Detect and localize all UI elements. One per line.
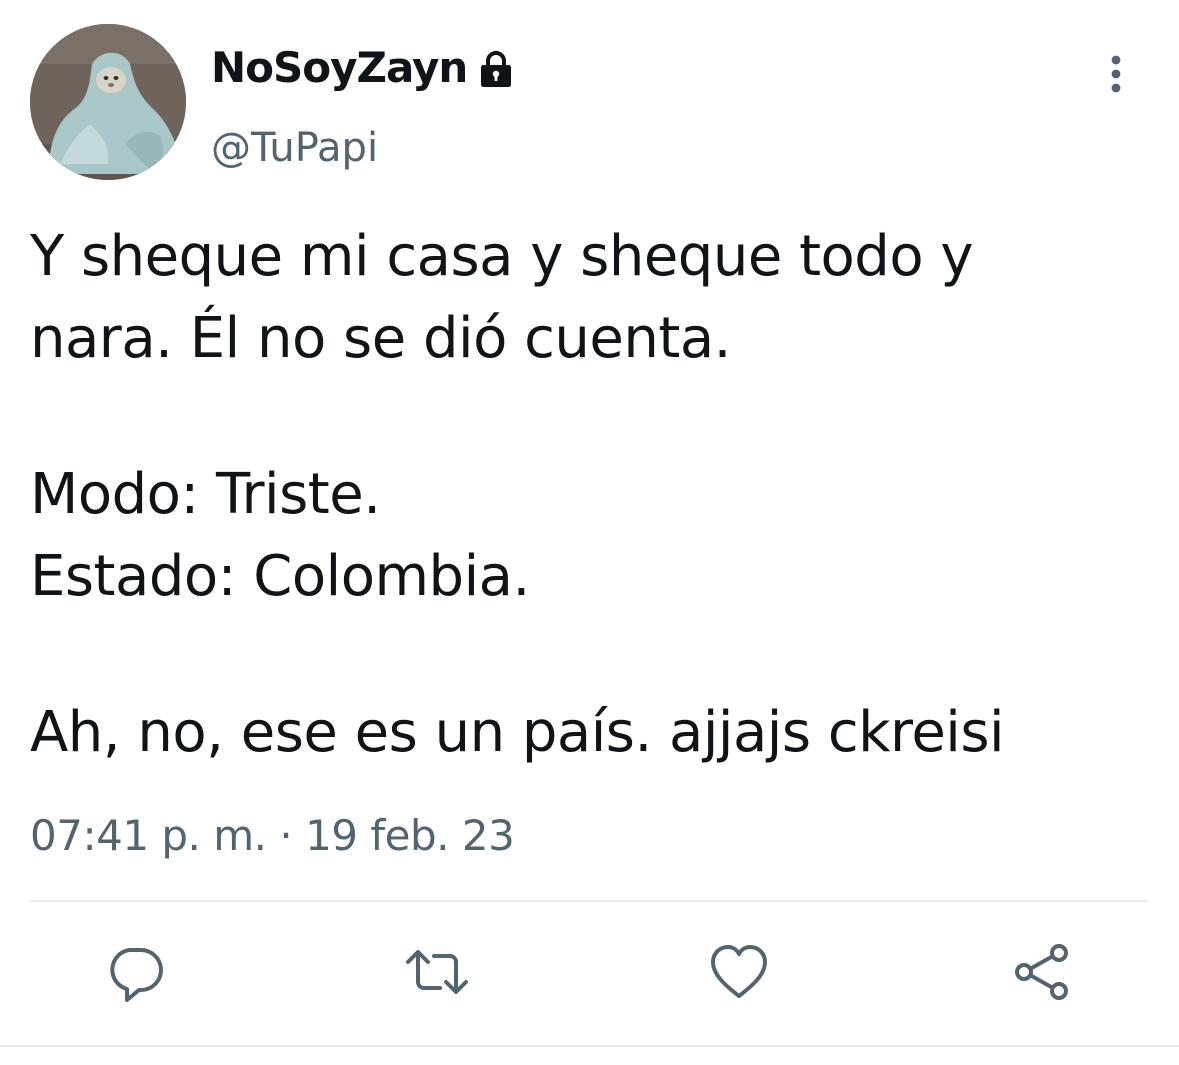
tweet-line: nara. Él no se dió cuenta. [30,306,731,371]
tweet-text: Y sheque mi casa y sheque todo y nara. É… [30,216,1150,774]
avatar-image [30,24,186,180]
more-options-button[interactable] [1096,52,1136,96]
bottom-divider [0,1045,1179,1047]
display-name-row: NoSoyZayn [211,40,517,96]
action-bar [0,936,1179,1008]
more-vertical-icon [1111,55,1121,93]
reply-icon [110,948,163,1002]
reply-button[interactable] [99,936,171,1008]
share-icon [1015,944,1068,1000]
tweet-line: Estado: Colombia. [30,544,530,609]
tweet-line: Modo: Triste. [30,462,381,527]
retweet-button[interactable] [401,936,473,1008]
tweet-line: Ah, no, ese es un país. ajjajs ckreisi [30,700,1005,765]
like-button[interactable] [703,936,775,1008]
retweet-icon [406,950,468,994]
share-button[interactable] [1006,936,1078,1008]
divider [30,900,1148,902]
tweet-card: NoSoyZayn @TuPapi Y sheque mi casa y she… [0,0,1179,1065]
tweet-line: Y sheque mi casa y sheque todo y [30,224,974,289]
avatar[interactable] [30,24,186,180]
lock-icon [475,48,517,90]
display-name[interactable]: NoSoyZayn [211,40,468,96]
user-handle[interactable]: @TuPapi [211,122,378,174]
tweet-timestamp[interactable]: 07:41 p. m. · 19 feb. 23 [30,808,515,864]
heart-icon [711,945,767,998]
